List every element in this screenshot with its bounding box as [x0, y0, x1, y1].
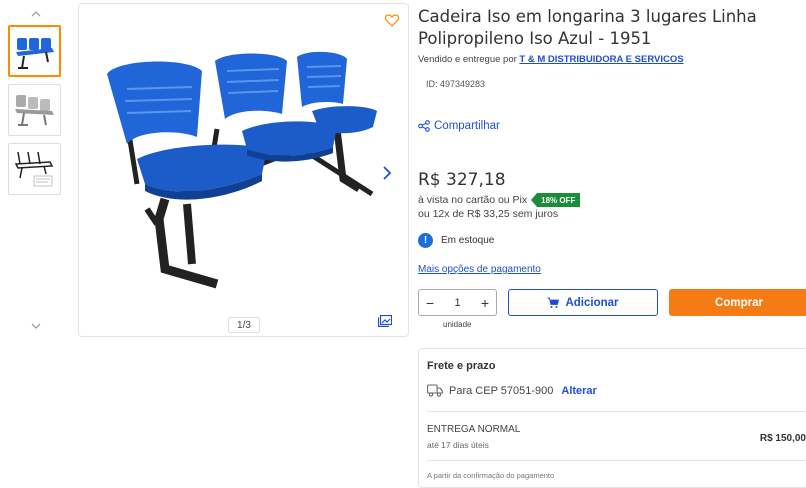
- more-payment-link[interactable]: Mais opções de pagamento: [418, 264, 541, 275]
- cep-text: Para CEP 57051-900: [449, 384, 554, 397]
- cep-row: Para CEP 57051-900 Alterar: [427, 384, 597, 397]
- product-price: R$ 327,18: [418, 170, 506, 190]
- blue-chair-illustration: [107, 51, 377, 289]
- black-frame-thumb-image: [14, 151, 53, 187]
- seller-line: Vendido e entregue por T & M DISTRIBUIDO…: [418, 54, 684, 65]
- truck-icon: [427, 384, 443, 397]
- add-label: Adicionar: [565, 296, 619, 309]
- gray-chair-thumb-image: [14, 95, 54, 126]
- seller-link[interactable]: T & M DISTRIBUIDORA E SERVICOS: [519, 54, 683, 65]
- thumbnail-black-frame[interactable]: [8, 143, 61, 195]
- heart-icon[interactable]: [384, 12, 400, 28]
- product-id: ID: 497349283: [426, 79, 486, 89]
- thumbnail-gray-chair[interactable]: [8, 84, 61, 136]
- blue-chair-thumb-image: [15, 38, 54, 69]
- product-title: Cadeira Iso em longarina 3 lugares Linha…: [418, 7, 757, 48]
- divider: [427, 460, 806, 461]
- stock-label: Em estoque: [441, 235, 495, 246]
- seller-prefix: Vendido e entregue por: [418, 54, 517, 65]
- installments-text: ou 12x de R$ 33,25 sem juros: [418, 208, 559, 220]
- share-button[interactable]: Compartilhar: [418, 120, 500, 132]
- discount-badge: 18% OFF: [531, 193, 581, 207]
- shipping-box: Frete e prazo Para CEP 57051-900 Alterar…: [418, 348, 806, 488]
- pix-text: à vista no cartão ou Pix: [418, 194, 528, 206]
- image-counter: 1/3: [228, 317, 260, 333]
- buy-button[interactable]: Comprar: [669, 289, 806, 316]
- thumbnail-blue-chair[interactable]: [8, 25, 61, 77]
- quantity-value: 1: [454, 296, 461, 309]
- chevron-right-icon[interactable]: [380, 164, 394, 182]
- delivery-option-name: ENTREGA NORMAL: [427, 424, 521, 435]
- share-icon: [418, 120, 430, 132]
- thumbnail-column: [8, 0, 64, 488]
- shipping-note: A partir da confirmação do pagamento: [427, 471, 555, 480]
- info-icon: !: [418, 233, 433, 248]
- gallery-icon[interactable]: [377, 314, 393, 328]
- unit-label: unidade: [443, 320, 472, 329]
- minus-icon[interactable]: −: [426, 295, 434, 311]
- share-label: Compartilhar: [434, 120, 500, 132]
- divider: [427, 411, 806, 412]
- delivery-option-days: até 17 dias úteis: [427, 440, 489, 450]
- cart-icon: [547, 297, 560, 308]
- chevron-up-icon[interactable]: [28, 6, 44, 22]
- pix-line: à vista no cartão ou Pix 18% OFF: [418, 193, 581, 207]
- add-to-cart-button[interactable]: Adicionar: [508, 289, 658, 316]
- quantity-stepper[interactable]: − 1 +: [418, 289, 497, 316]
- main-product-image[interactable]: 1/3: [78, 3, 409, 337]
- delivery-option-price: R$ 150,00: [759, 433, 806, 444]
- chevron-down-icon[interactable]: [28, 318, 44, 334]
- shipping-title: Frete e prazo: [427, 360, 496, 372]
- change-cep-link[interactable]: Alterar: [561, 385, 596, 397]
- stock-status: ! Em estoque: [418, 233, 494, 248]
- plus-icon[interactable]: +: [481, 295, 489, 311]
